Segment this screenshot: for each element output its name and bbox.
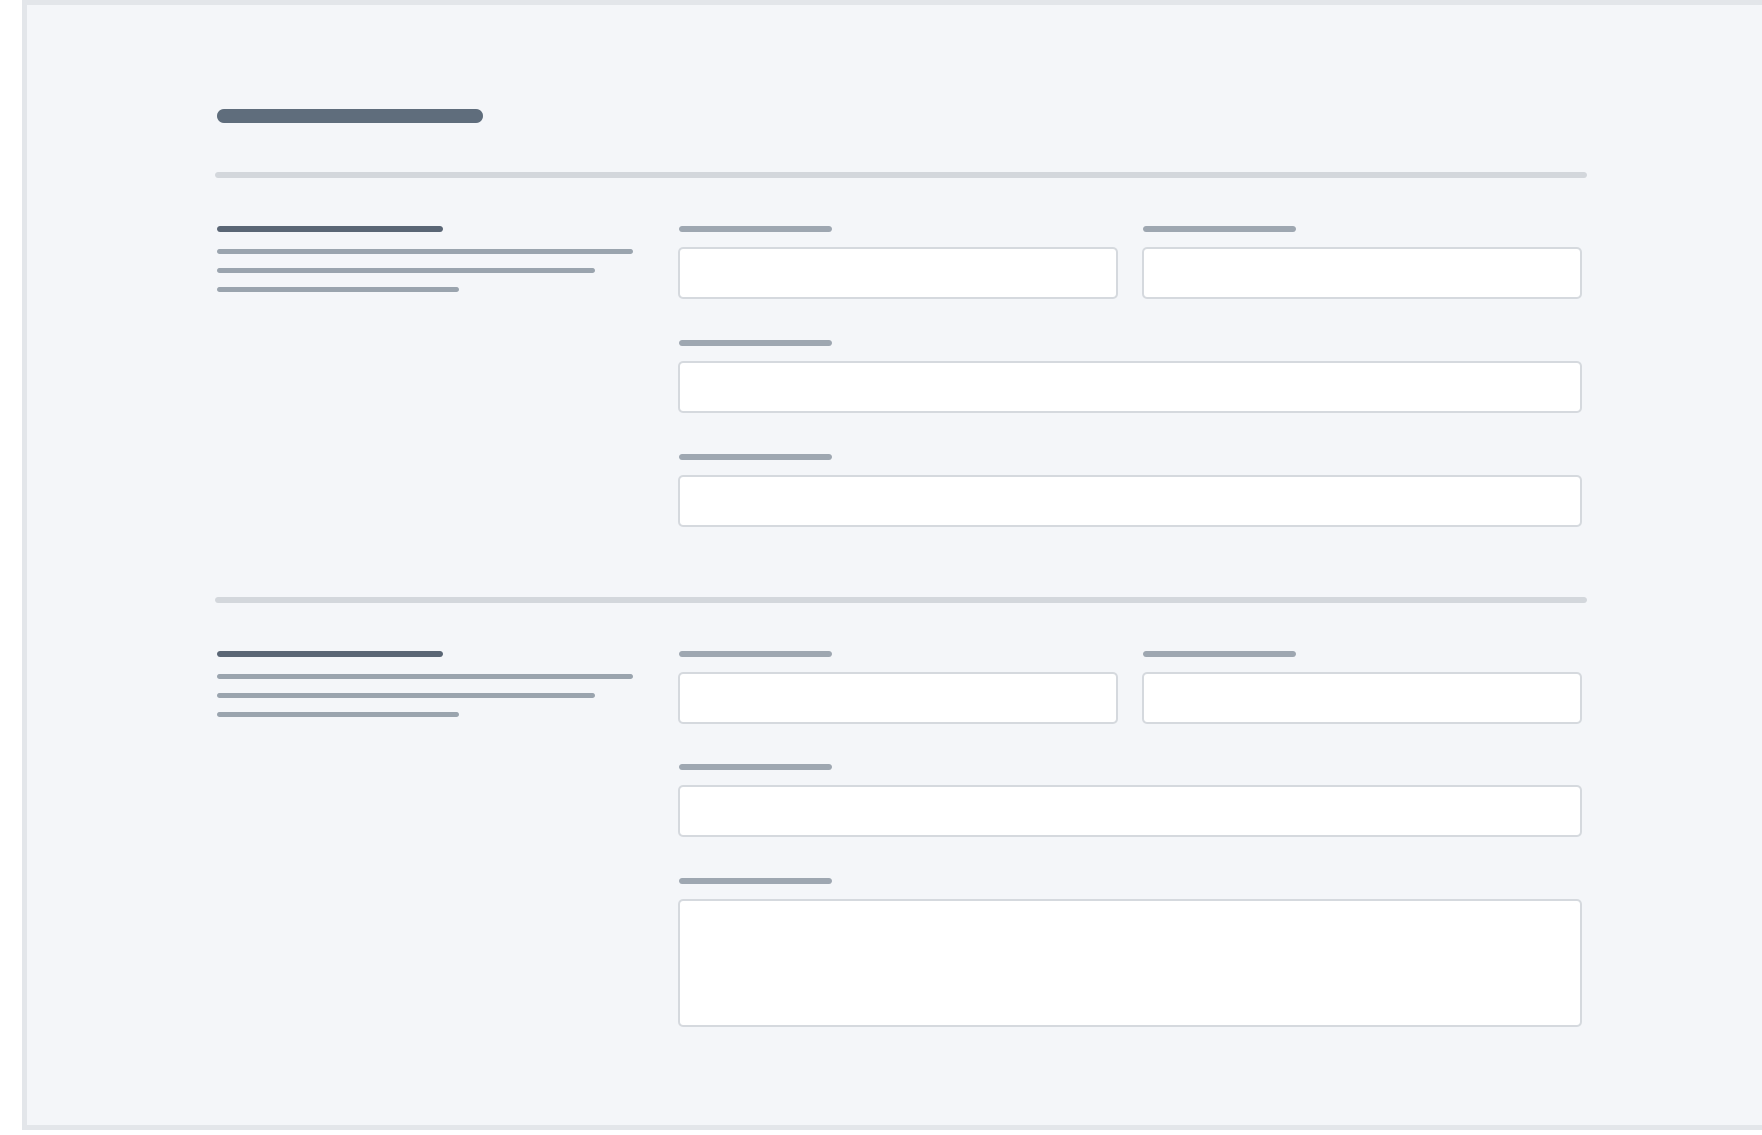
field-label bbox=[1143, 226, 1296, 232]
text-input[interactable] bbox=[678, 475, 1582, 527]
field-label bbox=[679, 651, 832, 657]
description-line bbox=[217, 712, 459, 717]
text-input[interactable] bbox=[678, 361, 1582, 413]
field-label bbox=[679, 454, 832, 460]
page-title bbox=[217, 109, 483, 123]
section-heading bbox=[217, 226, 443, 232]
text-input[interactable] bbox=[1142, 247, 1582, 299]
section-divider bbox=[215, 597, 1587, 603]
text-input[interactable] bbox=[678, 247, 1118, 299]
text-input[interactable] bbox=[678, 785, 1582, 837]
description-line bbox=[217, 693, 595, 698]
description-line bbox=[217, 249, 633, 254]
text-input[interactable] bbox=[678, 672, 1118, 724]
field-label bbox=[679, 764, 832, 770]
field-label bbox=[679, 878, 832, 884]
text-input[interactable] bbox=[1142, 672, 1582, 724]
description-line bbox=[217, 674, 633, 679]
description-line bbox=[217, 268, 595, 273]
section-heading bbox=[217, 651, 443, 657]
field-label bbox=[679, 226, 832, 232]
form-window bbox=[22, 0, 1762, 1130]
description-line bbox=[217, 287, 459, 292]
textarea-input[interactable] bbox=[678, 899, 1582, 1027]
field-label bbox=[679, 340, 832, 346]
field-label bbox=[1143, 651, 1296, 657]
top-divider bbox=[215, 172, 1587, 178]
